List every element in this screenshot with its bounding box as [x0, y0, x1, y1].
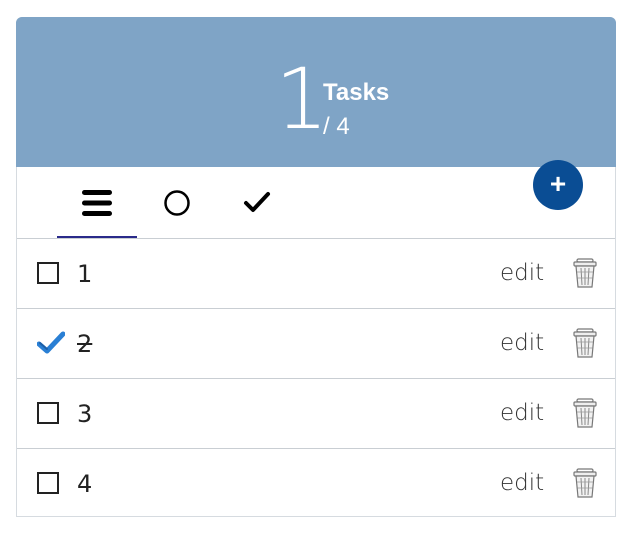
remaining-count: 1: [275, 50, 329, 148]
task-label: 3: [77, 400, 93, 428]
task-row: 2 edit: [17, 309, 615, 379]
task-row: 4 edit: [17, 449, 615, 518]
trash-icon[interactable]: [573, 468, 597, 498]
todo-app: 1 Tasks / 4 + 1 edit 2 edit 3 edit 4 edi…: [16, 17, 616, 517]
filter-tabs: [17, 167, 615, 239]
checkmark-icon: [244, 191, 270, 212]
add-task-button[interactable]: +: [533, 160, 583, 210]
task-row: 3 edit: [17, 379, 615, 449]
edit-button[interactable]: edit: [500, 258, 544, 288]
tab-active[interactable]: [137, 167, 217, 238]
total-count: / 4: [323, 113, 350, 140]
header: 1 Tasks / 4: [16, 17, 616, 167]
task-row: 1 edit: [17, 239, 615, 309]
task-checkbox[interactable]: [37, 472, 59, 494]
tab-completed[interactable]: [217, 167, 297, 238]
edit-button[interactable]: edit: [500, 328, 544, 358]
task-label: 4: [77, 470, 93, 498]
trash-icon[interactable]: [573, 258, 597, 288]
circle-icon: [164, 189, 190, 216]
task-checkbox[interactable]: [37, 402, 59, 424]
checked-checkbox-icon[interactable]: [37, 330, 65, 356]
task-checkbox[interactable]: [37, 262, 59, 284]
tab-all[interactable]: [57, 167, 137, 238]
trash-icon[interactable]: [573, 328, 597, 358]
list-icon: [82, 189, 112, 216]
trash-icon[interactable]: [573, 398, 597, 428]
edit-button[interactable]: edit: [500, 468, 544, 498]
edit-button[interactable]: edit: [500, 398, 544, 428]
header-title: Tasks: [323, 79, 390, 106]
task-label: 2: [77, 330, 93, 358]
task-label: 1: [77, 260, 93, 288]
